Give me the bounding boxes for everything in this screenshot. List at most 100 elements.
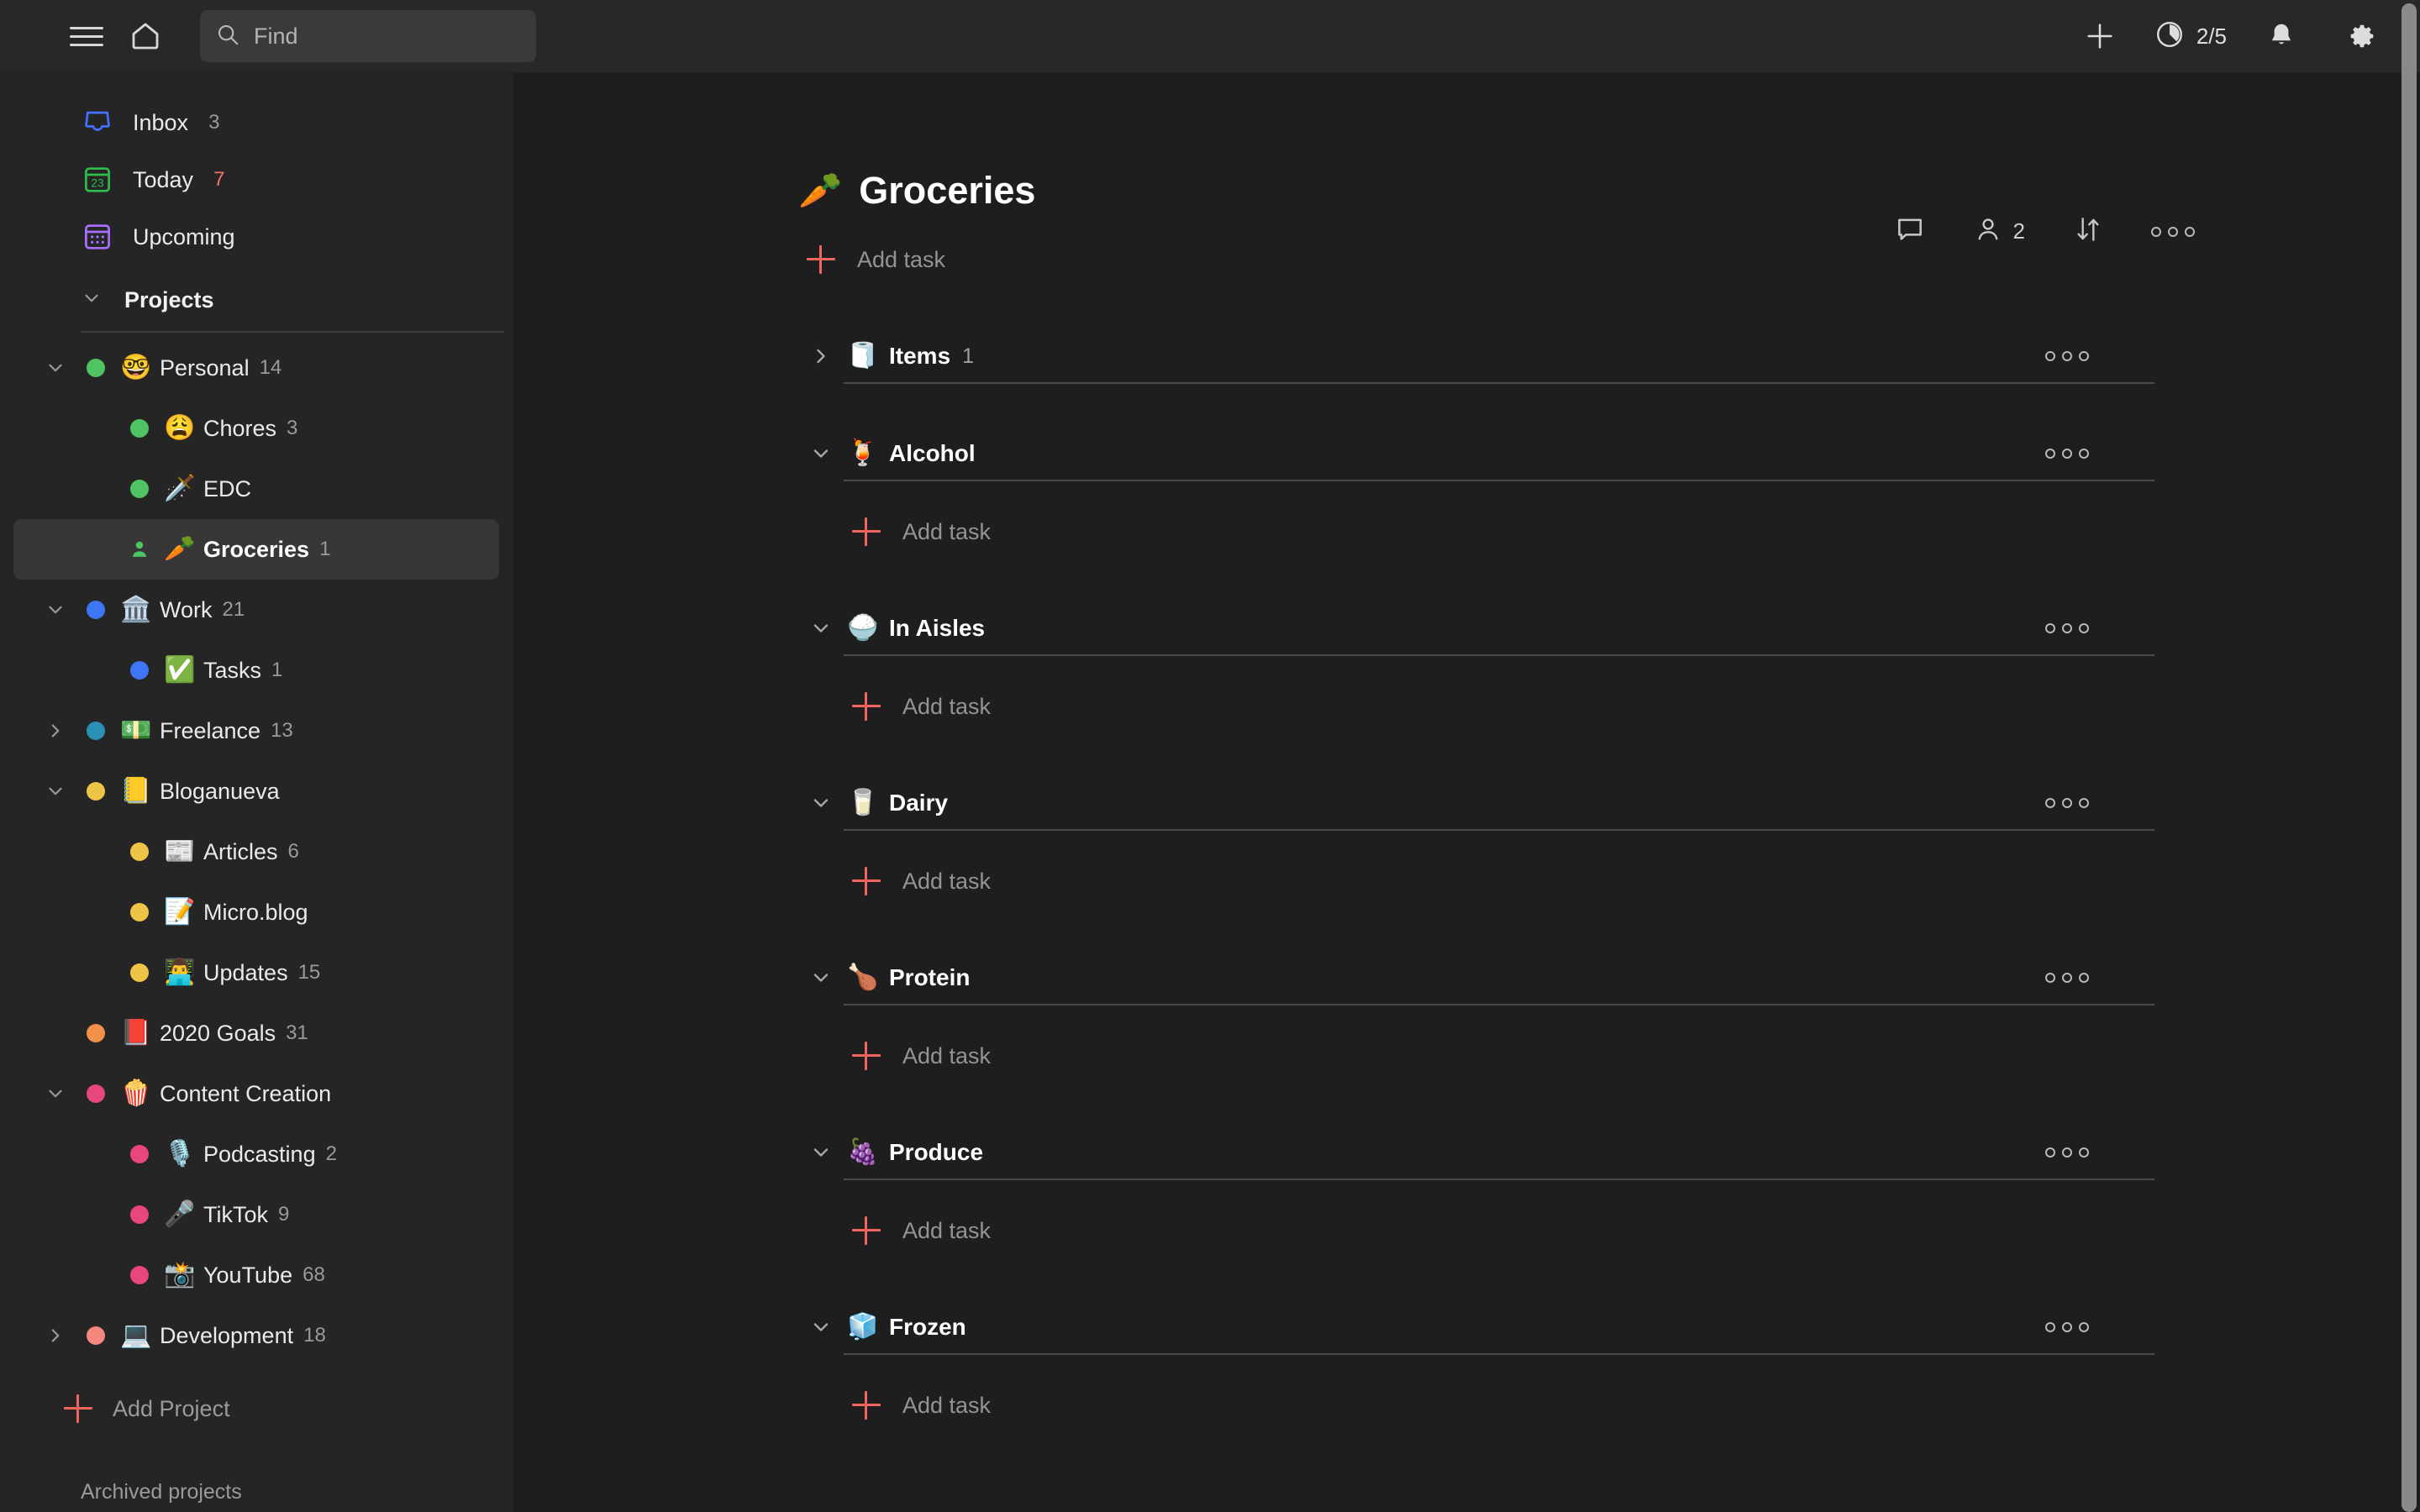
section-more-options-icon[interactable] bbox=[2045, 351, 2089, 361]
sidebar-divider bbox=[81, 331, 504, 333]
sidebar-project-edc[interactable]: 🗡️ EDC bbox=[13, 459, 499, 519]
sidebar-project-micro-blog[interactable]: 📝 Micro.blog bbox=[13, 882, 499, 942]
chevron-right-icon[interactable] bbox=[37, 720, 74, 742]
project-name: Updates bbox=[203, 959, 288, 985]
section-more-options-icon[interactable] bbox=[2045, 623, 2089, 633]
page-title: 🥕 Groceries bbox=[798, 171, 1035, 209]
section-header[interactable]: 🍚 In Aisles bbox=[798, 602, 2160, 654]
comment-bubble-icon bbox=[1894, 213, 1926, 249]
chevron-down-icon[interactable] bbox=[798, 1315, 844, 1339]
sidebar-nav-list: Inbox 3 23 Today 7 Upcoming bbox=[0, 94, 513, 265]
hamburger-menu-icon[interactable] bbox=[60, 10, 113, 62]
section-more-options-icon[interactable] bbox=[2045, 798, 2089, 808]
section-emoji-icon: 🍗 bbox=[847, 963, 879, 991]
add-task-button[interactable]: Add task bbox=[844, 1378, 2160, 1432]
project-emoji-icon: 💵 bbox=[120, 717, 152, 744]
section-header[interactable]: 🧻 Items 1 bbox=[798, 330, 2160, 382]
projects-section-header[interactable]: Projects bbox=[0, 272, 513, 328]
add-task-button[interactable]: Add task bbox=[844, 505, 2160, 559]
project-name: EDC bbox=[203, 475, 252, 501]
search-input[interactable]: Find bbox=[200, 10, 536, 62]
add-task-button[interactable]: Add task bbox=[844, 1204, 2160, 1257]
add-task-label: Add task bbox=[902, 1042, 992, 1068]
project-color-dot bbox=[118, 963, 161, 982]
project-name: TikTok bbox=[203, 1201, 269, 1227]
sidebar-item-today[interactable]: 23 Today 7 bbox=[0, 151, 513, 208]
section-dairy: 🥛 Dairy Add task bbox=[798, 777, 2160, 908]
sidebar-project-articles[interactable]: 📰 Articles 6 bbox=[13, 822, 499, 882]
more-options-button[interactable] bbox=[2151, 226, 2195, 237]
scrollbar-thumb[interactable] bbox=[2402, 3, 2417, 1512]
project-color-dot bbox=[74, 1084, 118, 1103]
sidebar-item-upcoming[interactable]: Upcoming bbox=[0, 208, 513, 265]
section-header[interactable]: 🍹 Alcohol bbox=[798, 428, 2160, 480]
sidebar-project-updates[interactable]: 👨‍💻 Updates 15 bbox=[13, 942, 499, 1003]
project-name: Work bbox=[160, 596, 213, 622]
add-task-quick-button[interactable] bbox=[2074, 10, 2126, 62]
sidebar-item-inbox[interactable]: Inbox 3 bbox=[0, 94, 513, 151]
add-task-button[interactable]: Add task bbox=[844, 680, 2160, 733]
project-color-dot bbox=[74, 782, 118, 801]
section-more-options-icon[interactable] bbox=[2045, 1147, 2089, 1158]
section-header[interactable]: 🧊 Frozen bbox=[798, 1301, 2160, 1353]
section-more-options-icon[interactable] bbox=[2045, 449, 2089, 459]
project-name: 2020 Goals bbox=[160, 1020, 276, 1046]
bell-icon[interactable] bbox=[2255, 10, 2307, 62]
project-emoji-icon: 💻 bbox=[120, 1321, 152, 1349]
sort-button[interactable] bbox=[2072, 213, 2104, 249]
todoist-app-window: Find 2/5 Inbox 3 23 Today 7 Upcoming Pro… bbox=[0, 0, 2420, 1512]
sidebar-project-2020-goals[interactable]: 📕 2020 Goals 31 bbox=[13, 1003, 499, 1063]
chevron-down-icon[interactable] bbox=[798, 791, 844, 815]
project-emoji-icon: 🎤 bbox=[164, 1200, 196, 1228]
add-task-button[interactable]: Add task bbox=[844, 1029, 2160, 1083]
sidebar-project-groceries[interactable]: 🥕 Groceries 1 bbox=[13, 519, 499, 580]
chevron-right-icon[interactable] bbox=[37, 1325, 74, 1347]
project-name: Podcasting bbox=[203, 1141, 316, 1167]
productivity-karma-button[interactable]: 2/5 bbox=[2154, 19, 2227, 54]
section-more-options-icon[interactable] bbox=[2045, 973, 2089, 983]
sidebar-project-development[interactable]: 💻 Development 18 bbox=[13, 1305, 499, 1366]
sidebar-project-personal[interactable]: 🤓 Personal 14 bbox=[13, 338, 499, 398]
chevron-right-icon[interactable] bbox=[798, 344, 844, 368]
sidebar-project-podcasting[interactable]: 🎙️ Podcasting 2 bbox=[13, 1124, 499, 1184]
gear-icon[interactable] bbox=[2336, 10, 2388, 62]
sidebar-project-work[interactable]: 🏛️ Work 21 bbox=[13, 580, 499, 640]
plus-icon bbox=[852, 867, 881, 895]
add-task-button[interactable]: Add task bbox=[844, 854, 2160, 908]
shared-project-person-icon bbox=[118, 538, 161, 560]
project-emoji-icon: 🗡️ bbox=[164, 475, 196, 502]
comments-button[interactable] bbox=[1894, 213, 1926, 249]
section-header[interactable]: 🥛 Dairy bbox=[798, 777, 2160, 829]
chevron-down-icon[interactable] bbox=[798, 966, 844, 990]
section-header[interactable]: 🍇 Produce bbox=[798, 1126, 2160, 1179]
home-icon[interactable] bbox=[119, 10, 171, 62]
sidebar-project-chores[interactable]: 😩 Chores 3 bbox=[13, 398, 499, 459]
section-name: Frozen bbox=[889, 1314, 966, 1340]
sidebar-project-freelance[interactable]: 💵 Freelance 13 bbox=[13, 701, 499, 761]
chevron-down-icon[interactable] bbox=[798, 442, 844, 465]
sort-arrows-icon bbox=[2072, 213, 2104, 249]
project-emoji-icon: 👨‍💻 bbox=[164, 958, 196, 986]
chevron-down-icon[interactable] bbox=[798, 617, 844, 640]
sidebar-project-tasks[interactable]: ✅ Tasks 1 bbox=[13, 640, 499, 701]
topbar-right-group: 2/5 bbox=[2074, 10, 2388, 62]
sidebar-project-content-creation[interactable]: 🍿 Content Creation bbox=[13, 1063, 499, 1124]
chevron-down-icon[interactable] bbox=[798, 1141, 844, 1164]
sidebar-project-bloganueva[interactable]: 📒 Bloganueva bbox=[13, 761, 499, 822]
add-project-button[interactable]: Add Project bbox=[0, 1378, 513, 1440]
sidebar-project-tiktok[interactable]: 🎤 TikTok 9 bbox=[13, 1184, 499, 1245]
chevron-down-icon[interactable] bbox=[37, 599, 74, 621]
chevron-down-icon[interactable] bbox=[37, 357, 74, 379]
project-name: Micro.blog bbox=[203, 899, 308, 925]
section-more-options-icon[interactable] bbox=[2045, 1322, 2089, 1332]
project-task-count: 1 bbox=[271, 659, 283, 681]
section-header[interactable]: 🍗 Protein bbox=[798, 952, 2160, 1004]
archived-projects-link[interactable]: Archived projects bbox=[0, 1480, 513, 1504]
chevron-down-icon[interactable] bbox=[37, 1083, 74, 1105]
collaborators-button[interactable]: 2 bbox=[1973, 214, 2025, 249]
chevron-down-icon[interactable] bbox=[37, 780, 74, 802]
vertical-scrollbar[interactable] bbox=[2398, 0, 2420, 1512]
search-placeholder: Find bbox=[254, 23, 298, 49]
sidebar-project-youtube[interactable]: 📸 YouTube 68 bbox=[13, 1245, 499, 1305]
collaborators-count: 2 bbox=[2012, 218, 2025, 244]
